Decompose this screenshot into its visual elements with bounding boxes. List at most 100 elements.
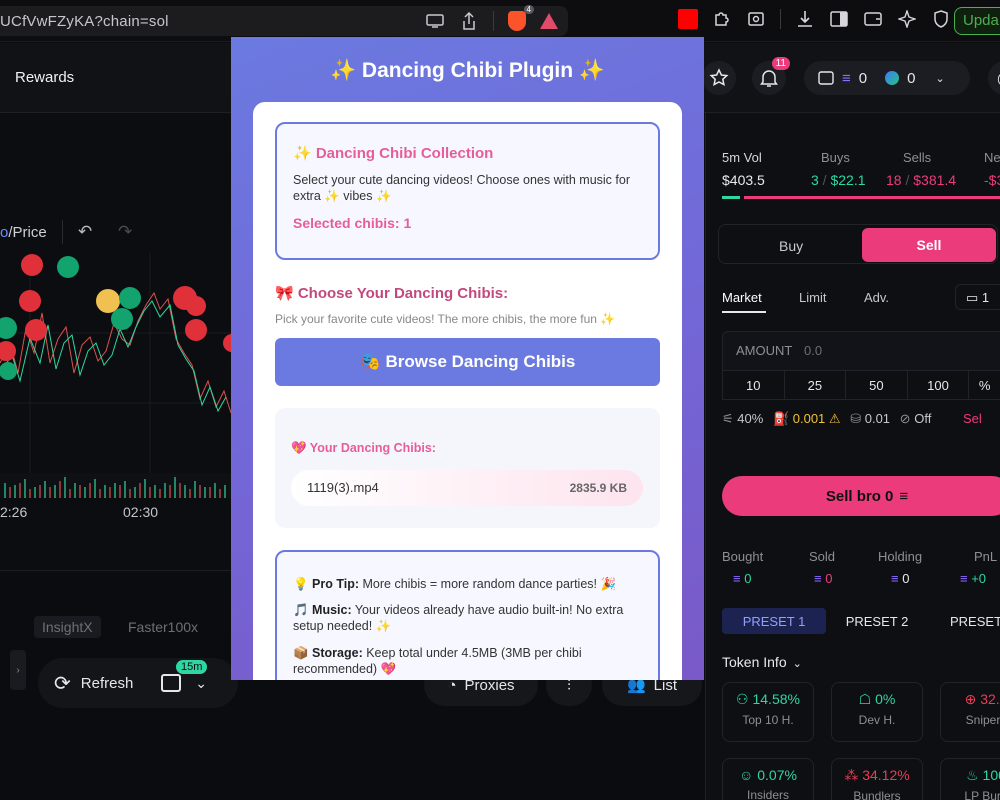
tab-insightx[interactable]: InsightX <box>34 616 101 638</box>
url-bar[interactable]: UCfVwFZyKA?chain=sol 4 <box>0 5 568 36</box>
sell-ratio-bar <box>744 196 1000 199</box>
flame-icon: ♨ <box>966 767 983 783</box>
price-toggle-label: /Price <box>8 224 47 241</box>
amount-label: AMOUNT <box>736 343 793 358</box>
cast-icon[interactable] <box>425 11 445 31</box>
choose-description: Pick your favorite cute videos! The more… <box>275 312 616 326</box>
solana-icon: ≡ <box>733 571 745 586</box>
redo-icon[interactable]: ↷ <box>118 222 132 242</box>
wallet-icon[interactable] <box>863 9 883 29</box>
warning-icon: ⚠ <box>825 411 841 426</box>
favorite-button[interactable] <box>702 61 736 95</box>
red-extension-icon[interactable] <box>678 9 698 29</box>
sell-submit-button[interactable]: Sell bro 0 ≡ <box>722 476 1000 516</box>
mev-value: Off <box>914 411 932 426</box>
preset-selector-value: 1 <box>981 290 990 305</box>
tab-faster100x[interactable]: Faster100x <box>128 619 198 635</box>
undo-icon[interactable]: ↶ <box>78 222 92 242</box>
tab-underline <box>722 311 766 313</box>
file-name: 1119(3).mp4 <box>307 480 379 495</box>
amount-option[interactable]: 10 <box>723 371 785 399</box>
buy-tab[interactable]: Buy <box>779 238 803 254</box>
solana-icon: ≡ <box>842 69 851 87</box>
chevron-down-icon[interactable]: ⌄ <box>195 675 207 692</box>
preset-3-tab[interactable]: PRESET <box>938 608 1000 634</box>
tip-icon: ⛁ <box>850 411 862 426</box>
list-item[interactable]: 1119(3).mp4 2835.9 KB <box>291 470 643 506</box>
priority-fee-icon: ⛽ <box>772 411 790 426</box>
tab-market[interactable]: Market <box>722 290 762 305</box>
sell-settings-link[interactable]: Sel <box>963 411 982 426</box>
token-stat-card: ⚇ 14.58% Top 10 H. <box>722 682 814 742</box>
sell-submit-label: Sell bro 0 <box>825 487 894 505</box>
trader-markers <box>0 254 231 380</box>
amount-option[interactable]: 50 <box>846 371 908 399</box>
sells-value: 18 / $381.4 <box>886 172 957 188</box>
sparkle-ai-icon[interactable] <box>897 9 917 29</box>
preset-selector[interactable]: ▭ 1 <box>955 284 1000 310</box>
browser-toolbar: UCfVwFZyKA?chain=sol 4 Upda <box>0 0 1000 42</box>
coin-icon <box>885 71 900 85</box>
token-info-header[interactable]: Token Info ⌄ <box>722 654 802 670</box>
rewards-link[interactable]: Rewards <box>15 69 74 86</box>
preset-1-tab[interactable]: PRESET 1 <box>722 608 826 634</box>
solana-icon: ≡ <box>899 487 909 505</box>
chef-icon: ☖ <box>858 691 876 707</box>
file-size: 2835.9 KB <box>569 481 627 495</box>
sol-balance: 0 <box>858 69 868 87</box>
token-stat-card: ☖ 0% Dev H. <box>831 682 923 742</box>
notifications-button[interactable]: 11 <box>752 57 790 95</box>
reader-icon[interactable] <box>746 9 766 29</box>
collapse-handle[interactable]: › <box>10 650 26 690</box>
wallet-balance-button[interactable]: ≡ 0 0 ⌄ <box>804 61 970 95</box>
amount-quick-options: 10 25 50 100 % <box>722 370 1000 400</box>
trade-settings[interactable]: ⚟ 40% ⛽ 0.001 ⚠ ⛁ 0.01 ⊘ Off Sel <box>722 411 982 427</box>
crosshair-icon: ⊕ <box>964 691 981 707</box>
amount-option[interactable]: % <box>969 371 1000 399</box>
refresh-icon[interactable]: ⟳ <box>54 671 71 696</box>
collection-title: ✨ Dancing Chibi Collection <box>293 145 494 162</box>
calendar-icon[interactable] <box>161 674 182 692</box>
price-toggle[interactable]: o/Price <box>0 224 47 241</box>
stat-label: 5m Vol <box>722 150 762 165</box>
token-info-label: Token Info <box>722 654 787 670</box>
stat-value: -$3 <box>984 172 1000 188</box>
puzzle-extensions-icon[interactable] <box>712 9 732 29</box>
holding-value: ≡ 0 <box>814 571 833 586</box>
slippage-icon: ⚟ <box>722 411 734 426</box>
chibi-list-title: 💖 Your Dancing Chibis: <box>291 441 436 455</box>
url-text[interactable]: UCfVwFZyKA?chain=sol <box>0 13 169 30</box>
share-icon[interactable] <box>459 11 479 31</box>
choose-heading: 🎀 Choose Your Dancing Chibis: <box>275 285 509 302</box>
update-button[interactable]: Upda <box>954 7 1000 35</box>
popup-title: ✨ Dancing Chibi Plugin ✨ <box>329 59 606 82</box>
slippage-value: 40% <box>737 411 764 426</box>
brave-rewards-icon[interactable] <box>540 13 558 29</box>
price-chart[interactable] <box>0 113 231 573</box>
dancing-chibi-popup: ✨ Dancing Chibi Plugin ✨ ✨ Dancing Chibi… <box>231 37 704 680</box>
chevron-down-icon: ⌄ <box>935 72 945 85</box>
mev-icon: ⊘ <box>899 411 911 426</box>
star-icon <box>709 68 729 87</box>
sidebar-toggle-icon[interactable] <box>829 9 849 29</box>
download-icon[interactable] <box>795 9 815 29</box>
price-chart-canvas <box>0 253 231 498</box>
amount-option[interactable]: 100 <box>908 371 970 399</box>
toolbar-divider <box>62 220 63 244</box>
profile-button[interactable]: ◯ <box>988 61 1000 95</box>
chevron-down-icon: ⌄ <box>792 658 802 670</box>
tab-limit[interactable]: Limit <box>799 290 826 305</box>
tip-item: 📦 Storage: Keep total under 4.5MB (3MB p… <box>293 646 582 676</box>
preset-2-tab[interactable]: PRESET 2 <box>828 608 926 634</box>
browse-chibis-button[interactable]: 🎭 Browse Dancing Chibis <box>275 338 660 386</box>
brave-shield-icon[interactable]: 4 <box>508 5 534 31</box>
ghost-icon: ☺ <box>739 767 758 783</box>
sell-tab[interactable]: Sell <box>862 228 996 262</box>
chart-bottom-strip <box>0 570 231 610</box>
tab-adv[interactable]: Adv. <box>864 290 889 305</box>
folder-icon: ▭ <box>966 290 982 305</box>
vpn-shield-icon[interactable] <box>931 9 951 29</box>
amount-value[interactable]: 0.0 <box>804 343 822 358</box>
amount-option[interactable]: 25 <box>785 371 847 399</box>
refresh-button[interactable]: Refresh <box>81 675 134 692</box>
